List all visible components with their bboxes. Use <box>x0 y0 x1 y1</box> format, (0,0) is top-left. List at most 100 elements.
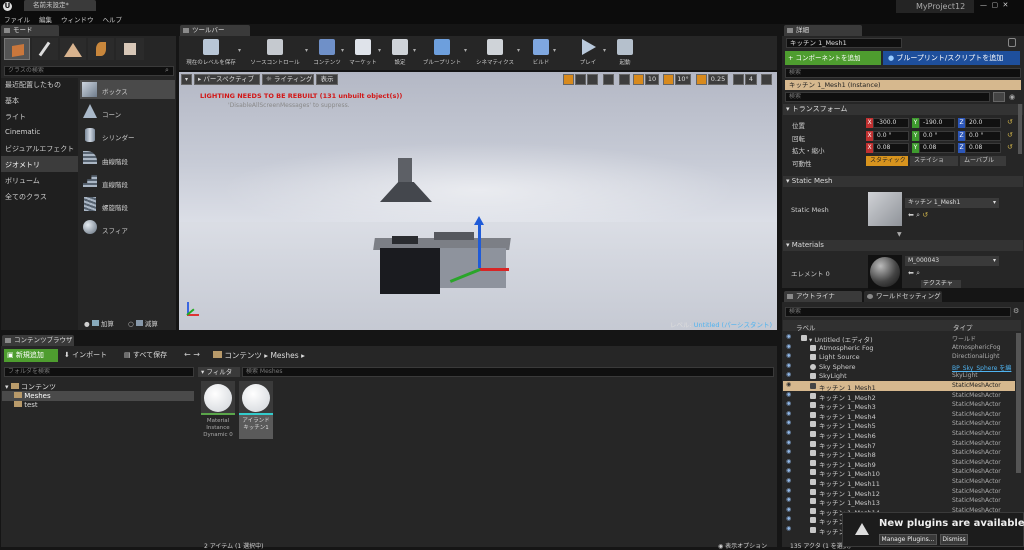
toolbar-dropdown-arrow-icon[interactable]: ▾ <box>378 47 381 54</box>
category-basic[interactable]: 基本 <box>5 96 19 106</box>
mobility-static-button[interactable]: スタティック <box>866 156 908 166</box>
visibility-eye-icon[interactable]: ◉ <box>786 506 791 513</box>
visibility-eye-icon[interactable]: ◉ <box>786 467 791 474</box>
mode-foliage-icon[interactable] <box>88 38 114 60</box>
visibility-eye-icon[interactable]: ◉ <box>786 371 791 378</box>
outliner-row[interactable]: ◉ キッチン 1_Mesh2 StaticMeshActor <box>783 391 1015 402</box>
camera-speed-icon[interactable] <box>733 74 744 85</box>
component-search-input[interactable]: 検索 <box>785 68 1021 78</box>
folder-test[interactable]: test <box>14 401 38 409</box>
gizmo-x-axis[interactable] <box>479 268 509 271</box>
outliner-row[interactable]: ◉ キッチン 1_Mesh4 StaticMeshActor <box>783 410 1015 421</box>
level-name[interactable]: Untitled (パーシスタント) <box>694 321 772 329</box>
static-mesh-thumbnail[interactable] <box>868 192 902 226</box>
class-search-input[interactable]: クラスの検索 <box>4 66 174 76</box>
visibility-eye-icon[interactable]: ◉ <box>786 439 791 446</box>
toolbar-dropdown-arrow-icon[interactable]: ▾ <box>517 47 520 54</box>
gizmo-z-axis[interactable] <box>478 222 481 268</box>
static-mesh-header[interactable]: ▾ Static Mesh <box>783 176 1023 187</box>
show-button[interactable]: 表示 <box>316 74 338 85</box>
toolbar-button-8[interactable]: プレイ <box>571 37 605 68</box>
geometry-item-cone[interactable]: コーン <box>102 109 121 119</box>
reset-to-default-icon[interactable]: ↺ <box>1007 143 1013 151</box>
location-label[interactable]: 位置 <box>792 120 805 130</box>
category-volumes[interactable]: ボリューム <box>5 176 40 186</box>
toolbar-button-0[interactable]: 現在のレベルを保存 <box>182 37 240 68</box>
outliner-scrollbar[interactable] <box>1016 333 1021 473</box>
outliner-row[interactable]: ◉ キッチン 1_Mesh9 StaticMeshActor <box>783 458 1015 469</box>
grid-size[interactable]: 10 <box>645 74 659 85</box>
menu-file[interactable]: ファイル <box>4 16 30 24</box>
transform-scale-icon[interactable] <box>587 74 598 85</box>
visibility-eye-icon[interactable]: ◉ <box>786 477 791 484</box>
mode-geometry-icon[interactable] <box>116 38 144 60</box>
material-use-selected-icon[interactable]: ⬅ <box>908 269 914 277</box>
outliner-row[interactable]: ◉ Light Source DirectionalLight <box>783 352 1015 362</box>
geometry-item-spiral-stair[interactable]: 螺旋階段 <box>102 202 128 212</box>
toolbar-dropdown-arrow-icon[interactable]: ▾ <box>413 47 416 54</box>
toolbar-button-1[interactable]: ソースコントロール <box>243 37 307 68</box>
folder-meshes[interactable]: Meshes <box>14 392 51 400</box>
world-settings-tab[interactable]: ワールドセッティング <box>864 291 942 302</box>
outliner-row[interactable]: ◉ キッチン 1_Mesh6 StaticMeshActor <box>783 429 1015 440</box>
toolbar-dropdown-arrow-icon[interactable]: ▾ <box>305 47 308 54</box>
outliner-row[interactable]: ◉ キッチン 1_Mesh13 StaticMeshActor <box>783 496 1015 507</box>
view-options-button[interactable]: ◉ 表示オプション <box>718 541 767 550</box>
add-new-button[interactable]: ▣ 新規追加 <box>4 349 58 362</box>
material-browse-icon[interactable]: ⌕ <box>916 269 920 277</box>
asset-search-input[interactable]: 検索 Meshes <box>242 367 774 377</box>
perspective-button[interactable]: ▸ パースペクティブ <box>194 74 260 85</box>
visibility-eye-icon[interactable]: ◉ <box>786 448 791 455</box>
browse-asset-icon[interactable]: ⌕ <box>916 211 920 219</box>
mode-place-icon[interactable] <box>4 38 30 60</box>
outliner-row[interactable]: ◉ キッチン 1_Mesh5 StaticMeshActor <box>783 419 1015 430</box>
loc-y-field[interactable]: -190.0 <box>919 118 955 128</box>
outliner-row[interactable]: ◉ キッチン 1_Mesh3 StaticMeshActor <box>783 400 1015 411</box>
loc-x-field[interactable]: -300.0 <box>873 118 909 128</box>
category-all-classes[interactable]: 全てのクラス <box>5 192 47 202</box>
scale-snap-value[interactable]: 0.25 <box>708 74 728 85</box>
outliner-row[interactable]: ◉ Sky Sphere BP_Sky_Sphere を編 <box>783 362 1015 372</box>
filter-button[interactable]: ▾ フィルタ <box>198 367 240 377</box>
outliner-row[interactable]: ◉ キッチン 1_Mesh7 StaticMeshActor <box>783 439 1015 450</box>
visibility-eye-icon[interactable]: ◉ <box>786 333 791 340</box>
property-search-input[interactable]: 検索 <box>785 92 990 102</box>
world-local-icon[interactable] <box>603 74 614 85</box>
transform-translate-icon[interactable] <box>563 74 574 85</box>
outliner-row[interactable]: ◉ キッチン 1_Mesh11 StaticMeshActor <box>783 477 1015 488</box>
outliner-search-input[interactable]: 検索 <box>785 307 1011 317</box>
outliner-row[interactable]: ◉ キッチン 1_Mesh12 StaticMeshActor <box>783 487 1015 498</box>
geometry-item-sphere[interactable]: スフィア <box>102 225 128 235</box>
additive-radio[interactable]: ● 加算 <box>84 318 114 328</box>
category-recent[interactable]: 最近配置したもの <box>5 80 61 90</box>
toolbar-button-9[interactable]: 起動 <box>611 37 639 68</box>
mobility-stationary-button[interactable]: ステイショ <box>910 156 958 166</box>
geometry-item-cylinder[interactable]: シリンダー <box>102 132 135 142</box>
folder-search-input[interactable]: フォルダを検索 <box>4 367 194 377</box>
category-cinematic[interactable]: Cinematic <box>5 128 40 136</box>
visibility-eye-icon[interactable]: ◉ <box>786 496 791 503</box>
menu-window[interactable]: ウィンドウ <box>61 16 94 24</box>
scale-snap-icon[interactable] <box>696 74 707 85</box>
visibility-eye-icon[interactable]: ◉ <box>786 381 791 388</box>
menu-help[interactable]: ヘルプ <box>103 16 123 24</box>
asset-tile-island-kitchen[interactable]: アイランドキッチン1 <box>239 381 273 439</box>
visibility-eye-icon[interactable]: ◉ <box>786 362 791 369</box>
transform-rotate-icon[interactable] <box>575 74 586 85</box>
scl-y-field[interactable]: 0.08 <box>919 143 955 153</box>
minimize-icon[interactable]: — <box>980 1 987 9</box>
use-selected-arrow-icon[interactable]: ⬅ <box>908 211 914 219</box>
visibility-eye-icon[interactable]: ◉ <box>786 419 791 426</box>
visibility-eye-icon[interactable]: ◉ <box>786 458 791 465</box>
visibility-eye-icon[interactable]: ◉ <box>786 515 791 522</box>
toolbar-dropdown-arrow-icon[interactable]: ▾ <box>553 47 556 54</box>
reset-icon[interactable]: ↺ <box>922 211 928 219</box>
save-all-button[interactable]: ▤ すべて保存 <box>124 350 167 360</box>
outliner-row[interactable]: ◉ キッチン 1_Mesh10 StaticMeshActor <box>783 467 1015 478</box>
visibility-eye-icon[interactable]: ◉ <box>786 410 791 417</box>
manage-plugins-button[interactable]: Manage Plugins... <box>879 534 937 545</box>
scale-label[interactable]: 拡大・縮小 <box>792 145 825 155</box>
scl-z-field[interactable]: 0.08 <box>965 143 1001 153</box>
visibility-eye-icon[interactable]: ◉ <box>786 352 791 359</box>
scl-x-field[interactable]: 0.08 <box>873 143 909 153</box>
